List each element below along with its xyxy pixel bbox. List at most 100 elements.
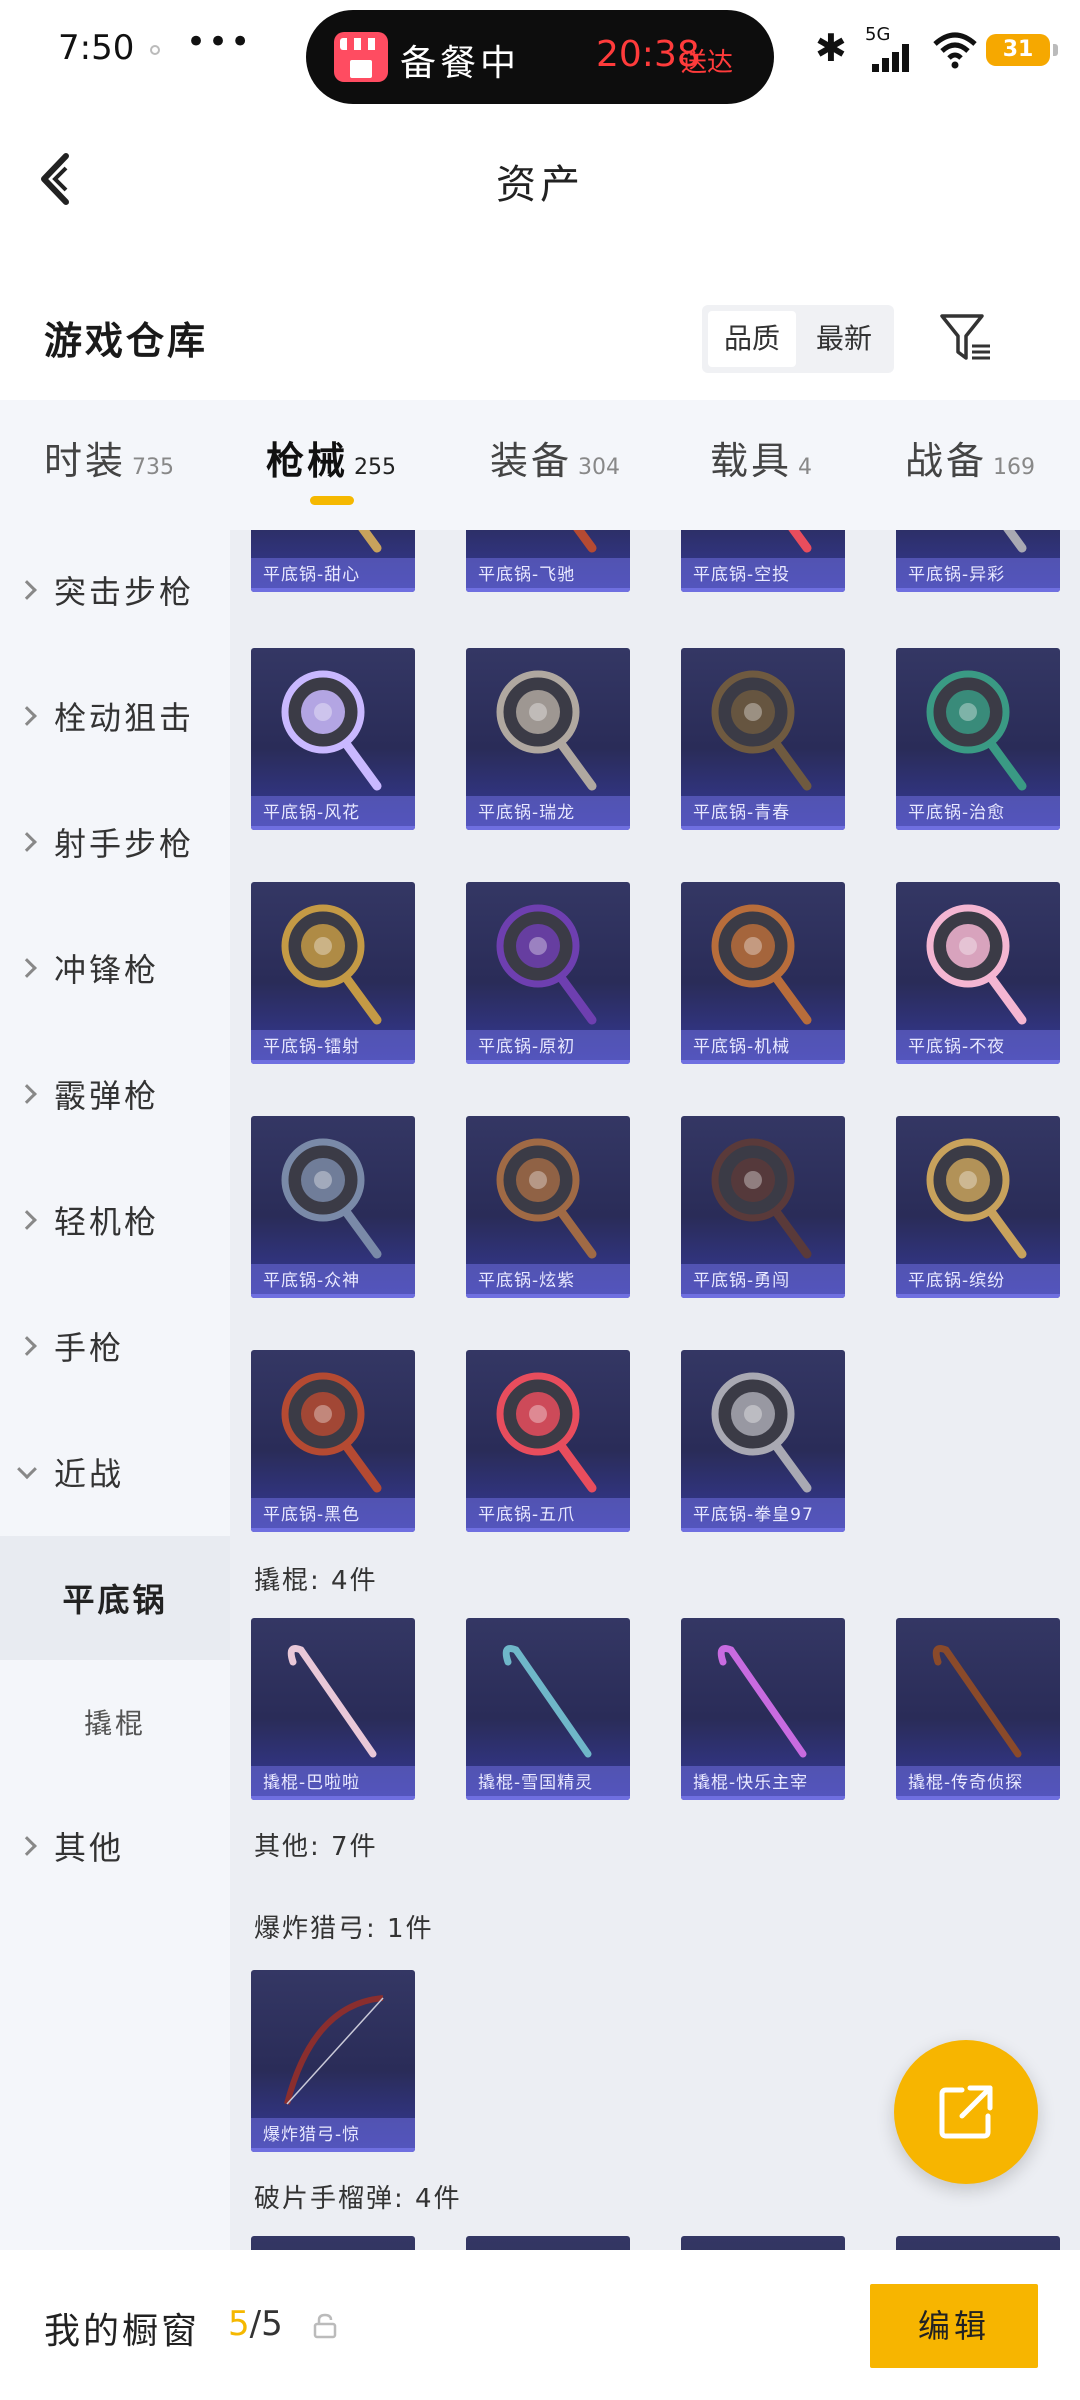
grenade-skin-card[interactable] [896, 2236, 1060, 2250]
skin-image [287, 1645, 377, 1758]
sidebar-subitem-pan[interactable]: 平底锅 [0, 1536, 230, 1660]
pan-skin-card[interactable]: 平底锅-众神 [251, 1116, 415, 1298]
edit-button[interactable]: 编辑 [870, 2284, 1038, 2368]
pan-skin-card[interactable]: 平底锅-机械 [681, 882, 845, 1064]
pan-skin-card[interactable]: 平底锅-缤纷 [896, 1116, 1060, 1298]
skin-image [281, 904, 382, 1025]
skin-name: 平底锅-黑色 [251, 1498, 415, 1532]
showcase-bar: 我的橱窗 5/5 编辑 [0, 2250, 1080, 2400]
skin-name: 平底锅-众神 [251, 1264, 415, 1298]
bow-skin-card[interactable]: 爆炸猎弓-惊 [251, 1970, 415, 2152]
skin-name: 平底锅-缤纷 [896, 1264, 1060, 1298]
skin-image [496, 670, 597, 791]
crowbar-skin-card[interactable]: 撬棍-快乐主宰 [681, 1618, 845, 1800]
sidebar-item-melee[interactable]: 近战 [0, 1412, 230, 1532]
sidebar-item-assault-rifle[interactable]: 突击步枪 [0, 530, 230, 650]
skin-grid: 平底锅-甜心 平底锅-飞驰 平底锅-空投 平底锅-异彩 平底锅-风花 平底锅-瑞龙 平底锅-… [230, 530, 1080, 2250]
skin-image [711, 1138, 812, 1259]
skin-name: 平底锅-镭射 [251, 1030, 415, 1064]
share-icon [939, 2085, 993, 2139]
tab-vehicles[interactable]: 载具 4 [710, 430, 812, 490]
sidebar-item-shotgun[interactable]: 霰弹枪 [0, 1034, 230, 1154]
pan-skin-card[interactable]: 平底锅-原初 [466, 882, 630, 1064]
skin-name: 平底锅-青春 [681, 796, 845, 830]
notification-dot-icon [150, 45, 160, 55]
signal-icon [872, 42, 916, 72]
skin-name: 平底锅-异彩 [896, 558, 1060, 592]
skin-name: 撬棍-快乐主宰 [681, 1766, 845, 1800]
skin-image [932, 1645, 1022, 1758]
sidebar-item-bolt-sniper[interactable]: 栓动狙击 [0, 656, 230, 776]
crowbar-skin-card[interactable]: 撬棍-雪国精灵 [466, 1618, 630, 1800]
pan-skin-card[interactable]: 平底锅-瑞龙 [466, 648, 630, 830]
pan-skin-card[interactable]: 平底锅-治愈 [896, 648, 1060, 830]
sidebar-item-lmg[interactable]: 轻机枪 [0, 1160, 230, 1280]
skin-name: 撬棍-雪国精灵 [466, 1766, 630, 1800]
lock-icon [313, 2313, 337, 2339]
skin-name: 爆炸猎弓-惊 [251, 2118, 415, 2152]
showcase-label: 我的橱窗 [44, 2311, 201, 2352]
tab-supplies[interactable]: 战备 169 [905, 430, 1035, 490]
pan-skin-card[interactable]: 平底锅-风花 [251, 648, 415, 830]
share-button[interactable] [894, 2040, 1038, 2184]
skin-image [281, 1138, 382, 1259]
wifi-icon [933, 32, 977, 69]
delivery-suffix: 送达 [681, 48, 734, 78]
skin-name: 平底锅-不夜 [896, 1030, 1060, 1064]
skin-name: 平底锅-飞驰 [466, 558, 630, 592]
pan-skin-card[interactable]: 平底锅-镭射 [251, 882, 415, 1064]
tab-fashion[interactable]: 时装 735 [44, 430, 174, 490]
skin-image [281, 1372, 382, 1493]
category-tabs: 时装 735 枪械 255 装备 304 载具 4 战备 169 [0, 400, 1080, 530]
sort-quality-button[interactable]: 品质 [708, 311, 796, 367]
crowbar-skin-card[interactable]: 撬棍-巴啦啦 [251, 1618, 415, 1800]
tab-equipment[interactable]: 装备 304 [490, 430, 620, 490]
sort-newest-button[interactable]: 最新 [800, 311, 888, 367]
skin-image [788, 530, 812, 553]
grenade-skin-card[interactable] [681, 2236, 845, 2250]
section-title: 游戏仓库 [44, 319, 209, 363]
pan-skin-card[interactable]: 平底锅-黑色 [251, 1350, 415, 1532]
skin-image [496, 904, 597, 1025]
pan-skin-card[interactable]: 平底锅-飞驰 [466, 530, 630, 592]
sidebar-subitem-crowbar[interactable]: 撬棍 [0, 1660, 230, 1784]
pan-skin-card[interactable]: 平底锅-炫紫 [466, 1116, 630, 1298]
pan-skin-card[interactable]: 平底锅-五爪 [466, 1350, 630, 1532]
crowbar-group-label: 撬棍: 4件 [254, 1566, 378, 1596]
app-header: 资产 [0, 104, 1080, 254]
crowbar-skin-card[interactable]: 撬棍-传奇侦探 [896, 1618, 1060, 1800]
skin-name: 撬棍-巴啦啦 [251, 1766, 415, 1800]
bow-group-label: 爆炸猎弓: 1件 [254, 1914, 434, 1944]
grenade-skin-card[interactable] [251, 2236, 415, 2250]
delivery-status: 备餐中 [400, 43, 521, 84]
skin-name: 撬棍-传奇侦探 [896, 1766, 1060, 1800]
showcase-count: 5/5 [228, 2304, 283, 2344]
sidebar-item-other[interactable]: 其他 [0, 1786, 230, 1906]
filter-icon[interactable] [938, 310, 994, 366]
skin-image [573, 530, 597, 553]
other-group-label: 其他: 7件 [254, 1832, 378, 1862]
delivery-live-activity[interactable]: 备餐中 20:38 送达 [306, 10, 774, 104]
bluetooth-icon: ✱ [815, 26, 847, 70]
sidebar-item-pistol[interactable]: 手枪 [0, 1286, 230, 1406]
pan-skin-card[interactable]: 平底锅-不夜 [896, 882, 1060, 1064]
skin-image [926, 904, 1027, 1025]
skin-name: 平底锅-五爪 [466, 1498, 630, 1532]
skin-image [1003, 530, 1027, 553]
pan-skin-card[interactable]: 平底锅-青春 [681, 648, 845, 830]
warehouse-header: 游戏仓库 品质 最新 [0, 280, 1080, 400]
pan-skin-card[interactable]: 平底锅-拳皇97 [681, 1350, 845, 1532]
skin-image [711, 670, 812, 791]
grenade-skin-card[interactable] [466, 2236, 630, 2250]
sidebar-item-marksman-rifle[interactable]: 射手步枪 [0, 782, 230, 902]
pan-skin-card[interactable]: 平底锅-勇闯 [681, 1116, 845, 1298]
pan-skin-card[interactable]: 平底锅-甜心 [251, 530, 415, 592]
pan-skin-card[interactable]: 平底锅-异彩 [896, 530, 1060, 592]
skin-name: 平底锅-瑞龙 [466, 796, 630, 830]
tab-guns[interactable]: 枪械 255 [266, 430, 396, 490]
sidebar-item-smg[interactable]: 冲锋枪 [0, 908, 230, 1028]
skin-name: 平底锅-机械 [681, 1030, 845, 1064]
skin-name: 平底锅-炫紫 [466, 1264, 630, 1298]
pan-skin-card[interactable]: 平底锅-空投 [681, 530, 845, 592]
skin-image [711, 904, 812, 1025]
